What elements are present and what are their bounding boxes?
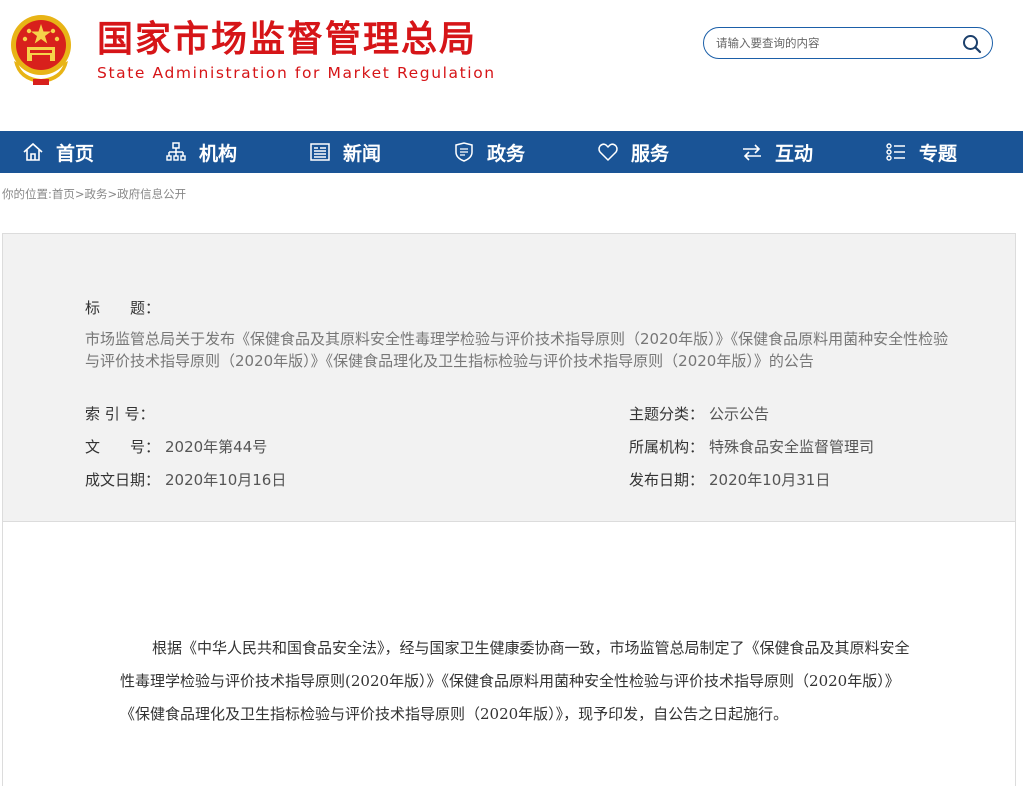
breadcrumb-gov[interactable]: 政务	[85, 187, 108, 201]
home-icon	[23, 142, 43, 161]
list-icon	[886, 143, 905, 161]
agency-label: 所属机构：	[629, 438, 705, 456]
main-nav: 首页 机构 新闻 政务 服务 互动 专题	[0, 131, 1023, 173]
site-subtitle: State Administration for Market Regulati…	[97, 64, 496, 82]
nav-item-label: 新闻	[343, 142, 382, 165]
search-input[interactable]	[716, 34, 946, 52]
nav-item-interact[interactable]: 互动	[741, 131, 813, 173]
nav-item-org[interactable]: 机构	[165, 131, 237, 173]
nav-item-service[interactable]: 服务	[597, 131, 669, 173]
exchange-icon	[743, 144, 761, 161]
date-published-value: 2020年10月31日	[709, 471, 831, 489]
nav-item-news[interactable]: 新闻	[309, 131, 381, 173]
heart-icon	[598, 143, 618, 162]
search-icon[interactable]	[962, 34, 982, 54]
breadcrumb-separator: >	[74, 187, 85, 201]
nav-item-label: 互动	[775, 142, 814, 165]
title-value: 市场监管总局关于发布《保健食品及其原料安全性毒理学检验与评价技术指导原则（202…	[85, 330, 949, 370]
breadcrumb-separator: >	[107, 187, 118, 201]
article-paragraph: 根据《中华人民共和国食品安全法》，经与国家卫生健康委协商一致，市场监管总局制定了…	[120, 639, 910, 723]
topic-label: 主题分类：	[629, 405, 705, 423]
date-published-label: 发布日期：	[629, 471, 705, 489]
nav-item-gov[interactable]: 政务	[453, 131, 525, 173]
doc-number-label: 文 号：	[85, 438, 161, 456]
agency-value: 特殊食品安全监督管理司	[709, 438, 875, 456]
nav-item-label: 首页	[56, 142, 95, 165]
date-written-value: 2020年10月16日	[165, 471, 287, 489]
title-label: 标 题：	[85, 299, 161, 317]
national-emblem-icon[interactable]	[8, 11, 74, 87]
site-title[interactable]: 国家市场监督管理总局	[97, 18, 477, 62]
nav-item-label: 机构	[199, 142, 238, 165]
nav-item-label: 政务	[487, 142, 526, 165]
breadcrumb-home[interactable]: 首页	[52, 187, 75, 201]
site-header: 国家市场监督管理总局 State Administration for Mark…	[0, 0, 1023, 131]
search-box	[703, 27, 993, 59]
nav-item-topics[interactable]: 专题	[885, 131, 957, 173]
nav-item-label: 服务	[631, 142, 670, 165]
nav-item-label: 专题	[919, 142, 958, 165]
news-icon	[310, 143, 330, 161]
org-chart-icon	[166, 142, 186, 161]
nav-item-home[interactable]: 首页	[22, 131, 94, 173]
breadcrumb-prefix: 你的位置:	[2, 187, 52, 201]
index-label: 索 引 号：	[85, 405, 155, 423]
date-written-label: 成文日期：	[85, 471, 161, 489]
breadcrumb: 你的位置:首页>政务>政府信息公开	[2, 186, 186, 202]
topic-value: 公示公告	[709, 405, 770, 423]
document-meta-panel: 标 题： 市场监管总局关于发布《保健食品及其原料安全性毒理学检验与评价技术指导原…	[2, 233, 1016, 522]
doc-number-value: 2020年第44号	[165, 438, 268, 456]
breadcrumb-info-disclosure[interactable]: 政府信息公开	[117, 187, 186, 201]
shield-icon	[455, 142, 473, 162]
